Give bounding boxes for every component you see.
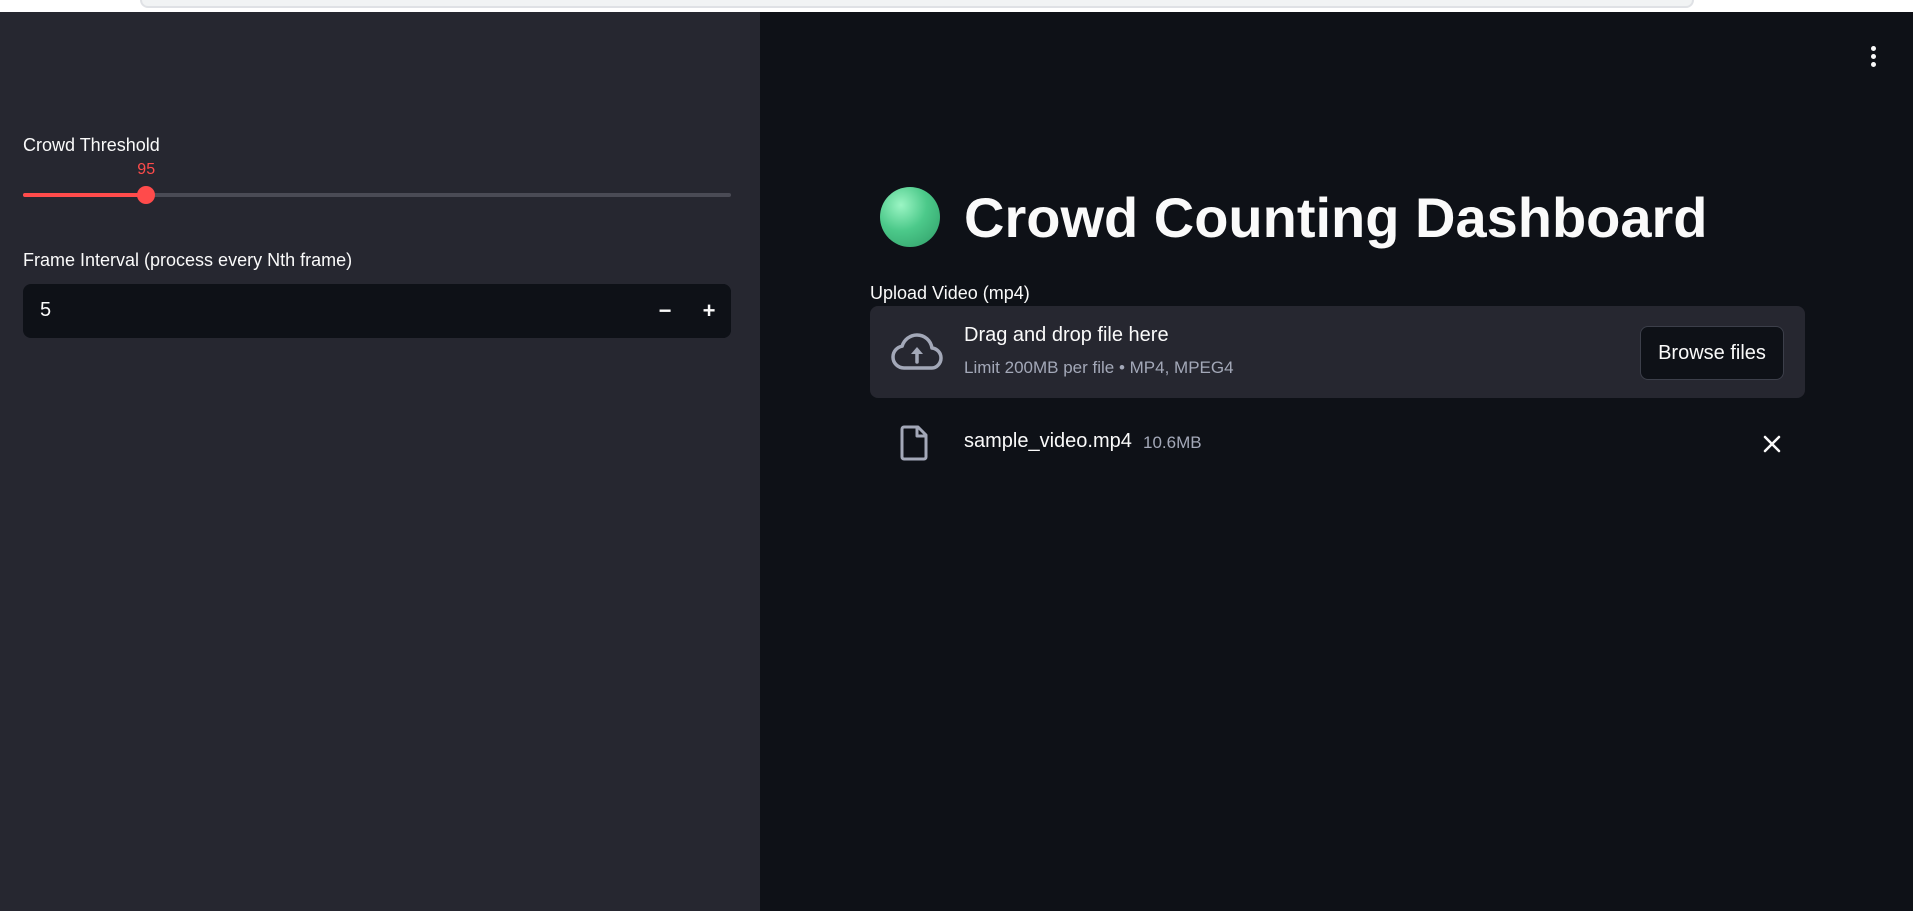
slider-label: Crowd Threshold	[23, 135, 160, 155]
number-input-value[interactable]: 5	[40, 299, 51, 322]
slider-fill	[23, 193, 147, 197]
uploader-label: Upload Video (mp4)	[870, 283, 1030, 303]
crowd-threshold-slider[interactable]	[23, 186, 731, 204]
cloud-upload-icon	[891, 333, 943, 370]
sidebar: Crowd Threshold 95 Frame Interval (proce…	[0, 12, 760, 911]
browser-address-bar[interactable]	[140, 0, 1694, 8]
browser-top-strip	[0, 0, 1913, 12]
increment-button[interactable]: +	[687, 284, 731, 338]
uploaded-file-size: 10.6MB	[1143, 433, 1202, 452]
close-icon[interactable]	[1760, 432, 1784, 456]
decrement-button[interactable]: −	[643, 284, 687, 338]
slider-thumb[interactable]	[137, 186, 156, 204]
green-circle-icon	[880, 187, 940, 247]
main-content: Crowd Counting Dashboard Upload Video (m…	[760, 12, 1913, 911]
page-title: Crowd Counting Dashboard	[964, 185, 1708, 249]
dropzone-instructions: Drag and drop file here	[964, 324, 1169, 346]
file-icon	[900, 425, 928, 461]
browse-files-button[interactable]: Browse files	[1640, 326, 1784, 380]
number-input-label: Frame Interval (process every Nth frame)	[23, 250, 353, 270]
file-dropzone[interactable]: Drag and drop file here Limit 200MB per …	[870, 306, 1805, 398]
vertical-ellipsis-icon[interactable]	[1863, 42, 1883, 72]
dropzone-limit: Limit 200MB per file • MP4, MPEG4	[964, 358, 1234, 377]
uploaded-file-name: sample_video.mp4	[964, 430, 1132, 452]
frame-interval-input[interactable]: 5 − +	[23, 284, 731, 338]
slider-value: 95	[137, 161, 156, 178]
page-header: Crowd Counting Dashboard	[880, 172, 1708, 262]
